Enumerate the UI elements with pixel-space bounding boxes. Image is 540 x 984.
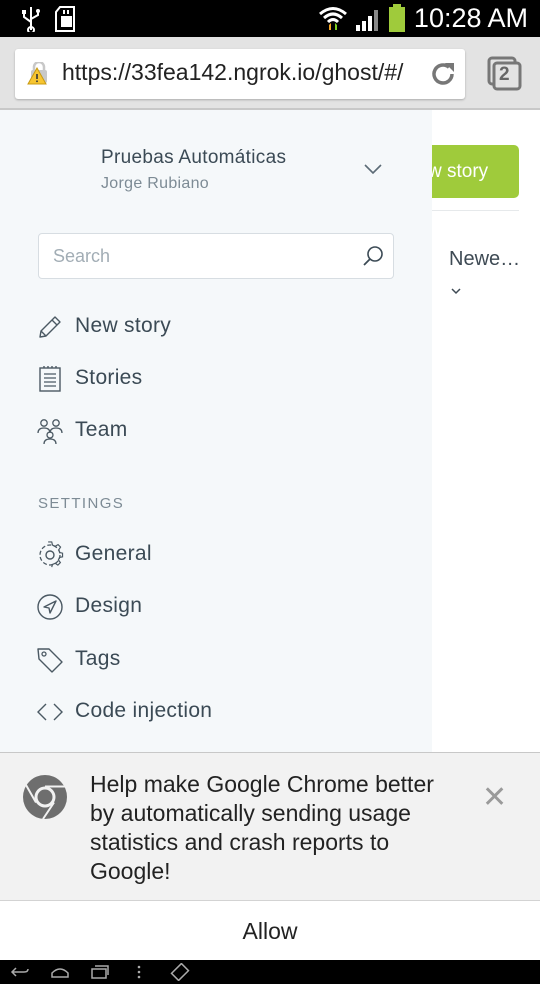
nav-team[interactable]: Team bbox=[36, 411, 416, 451]
allow-button[interactable]: Allow bbox=[0, 900, 540, 961]
user-name: Jorge Rubiano bbox=[101, 175, 209, 192]
home-icon[interactable] bbox=[50, 965, 70, 979]
nav-label: Stories bbox=[75, 366, 143, 389]
pencil-icon bbox=[39, 316, 61, 338]
search-box bbox=[38, 233, 394, 279]
ghost-sidebar: Pruebas Automáticas Jorge Rubiano New st… bbox=[0, 110, 432, 752]
nav-code-injection[interactable]: Code injection bbox=[36, 692, 416, 732]
chrome-infobar: Help make Google Chrome better by automa… bbox=[0, 752, 540, 961]
nav-new-story[interactable]: New story bbox=[36, 307, 416, 347]
nav-label: Tags bbox=[75, 647, 121, 670]
chevron-down-icon bbox=[364, 164, 382, 175]
close-icon[interactable]: ✕ bbox=[482, 783, 507, 813]
browser-toolbar: https://33fea142.ngrok.io/ghost/#/ 2 bbox=[0, 37, 540, 110]
sd-card-icon bbox=[55, 6, 75, 32]
settings-heading: SETTINGS bbox=[38, 495, 125, 512]
chevron-down-icon[interactable] bbox=[449, 286, 463, 296]
signal-icon bbox=[356, 10, 378, 31]
reload-icon[interactable] bbox=[429, 60, 457, 88]
nav-label: Code injection bbox=[75, 699, 213, 722]
compass-icon bbox=[37, 594, 63, 620]
nav-tags[interactable]: Tags bbox=[36, 640, 416, 680]
blog-switcher[interactable]: Pruebas Automáticas Jorge Rubiano bbox=[90, 140, 390, 204]
chrome-logo-icon bbox=[23, 775, 67, 820]
battery-icon bbox=[389, 4, 405, 32]
divider bbox=[432, 210, 519, 211]
android-nav-bar bbox=[0, 960, 540, 984]
sort-filter-label[interactable]: Newe… bbox=[449, 248, 520, 271]
nav-label: General bbox=[75, 542, 152, 565]
nav-label: Team bbox=[75, 418, 128, 441]
status-bar: 10:28 AM bbox=[0, 0, 540, 37]
blog-title: Pruebas Automáticas bbox=[101, 147, 287, 168]
code-icon bbox=[37, 703, 63, 721]
tag-icon bbox=[37, 648, 63, 673]
nav-design[interactable]: Design bbox=[36, 587, 416, 627]
team-icon bbox=[37, 419, 63, 445]
nav-general[interactable]: General bbox=[36, 535, 416, 575]
wifi-icon bbox=[319, 7, 347, 30]
clock: 10:28 AM bbox=[413, 3, 528, 33]
warning-lock-icon bbox=[27, 62, 47, 85]
url-bar[interactable]: https://33fea142.ngrok.io/ghost/#/ bbox=[15, 49, 465, 99]
infobar-message: Help make Google Chrome better by automa… bbox=[90, 771, 434, 884]
search-input[interactable] bbox=[39, 234, 349, 278]
tab-switcher-button[interactable]: 2 bbox=[486, 55, 522, 91]
url-text: https://33fea142.ngrok.io/ghost/#/ bbox=[62, 59, 404, 85]
nav-stories[interactable]: Stories bbox=[36, 359, 416, 399]
recents-icon[interactable] bbox=[90, 965, 110, 979]
usb-icon bbox=[22, 7, 40, 32]
rotate-icon[interactable] bbox=[170, 963, 190, 981]
document-icon bbox=[39, 366, 61, 392]
nav-label: New story bbox=[75, 314, 172, 337]
menu-icon[interactable] bbox=[136, 965, 142, 979]
tab-count: 2 bbox=[499, 64, 510, 85]
search-icon[interactable] bbox=[361, 244, 385, 268]
nav-label: Design bbox=[75, 594, 143, 617]
gear-icon bbox=[39, 541, 64, 568]
back-icon[interactable] bbox=[10, 966, 30, 978]
